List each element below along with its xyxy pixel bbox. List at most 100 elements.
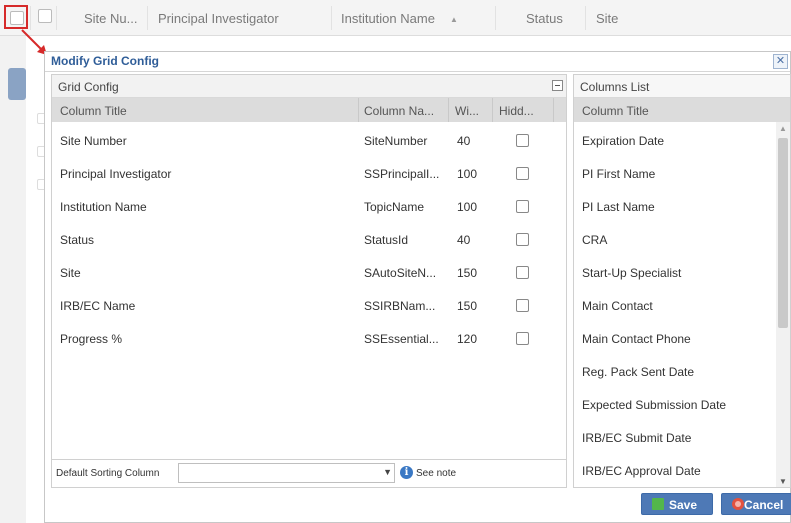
list-item[interactable]: IRB/EC Approval Date <box>574 454 774 487</box>
background-grid-header: Site Nu... Principal Investigator Instit… <box>0 0 791 36</box>
list-item-label: IRB/EC Approval Date <box>582 464 701 478</box>
columns-list-panel: Columns List Column Title Expiration Dat… <box>573 74 791 488</box>
list-item[interactable]: IRB/EC Submit Date <box>574 421 774 454</box>
bg-column-site[interactable]: Site <box>596 11 618 26</box>
dialog-divider <box>45 71 790 72</box>
row-width[interactable]: 100 <box>457 167 477 181</box>
grid-config-header: Grid Config <box>52 75 566 98</box>
cancel-button[interactable]: Cancel <box>721 493 791 515</box>
save-button-label: Save <box>669 498 698 512</box>
list-item[interactable]: Start-Up Specialist <box>574 256 774 289</box>
table-row[interactable]: Principal Investigator SSPrincipalI... 1… <box>52 157 566 190</box>
row-width[interactable]: 40 <box>457 134 470 148</box>
column-separator <box>492 98 493 122</box>
columns-list-scrollbar[interactable]: ▲ ▼ <box>776 122 790 487</box>
list-item[interactable]: CRA <box>574 223 774 256</box>
table-row[interactable]: Status StatusId 40 <box>52 223 566 256</box>
save-icon <box>652 498 664 510</box>
row-width[interactable]: 40 <box>457 233 470 247</box>
hidden-checkbox[interactable] <box>516 167 529 180</box>
columns-list-column-title[interactable]: Column Title <box>582 104 649 118</box>
row-width[interactable]: 150 <box>457 299 477 313</box>
list-item[interactable]: PI First Name <box>574 157 774 190</box>
scrollbar-thumb[interactable] <box>778 138 788 328</box>
list-item[interactable]: PI Last Name <box>574 190 774 223</box>
hidden-checkbox[interactable] <box>516 266 529 279</box>
grid-config-column-header: Column Title Column Na... Wi... Hidd... <box>52 98 566 122</box>
bg-column-institution-name[interactable]: Institution Name <box>341 11 435 26</box>
list-item-label: Main Contact Phone <box>582 332 691 346</box>
info-icon[interactable]: i <box>400 466 413 479</box>
row-width[interactable]: 120 <box>457 332 477 346</box>
row-column-name: SAutoSiteN... <box>364 266 437 280</box>
list-item[interactable]: Expiration Date <box>574 124 774 157</box>
row-title: Progress % <box>60 332 123 346</box>
chevron-down-icon[interactable]: ▼ <box>383 467 392 477</box>
list-item-label: Reg. Pack Sent Date <box>582 365 695 379</box>
bg-column-status[interactable]: Status <box>526 11 563 26</box>
background-side-tab[interactable] <box>8 68 26 100</box>
row-column-name: TopicName <box>364 200 425 214</box>
hidden-checkbox[interactable] <box>516 233 529 246</box>
list-item-label: Expected Submission Date <box>582 398 727 412</box>
list-item[interactable]: Expected Submission Date <box>574 388 774 421</box>
grid-config-panel: Grid Config Column Title Column Na... Wi… <box>51 74 567 488</box>
column-header-title[interactable]: Column Title <box>60 104 127 118</box>
list-item[interactable]: Main Contact <box>574 289 774 322</box>
column-separator <box>553 98 554 122</box>
row-column-name: StatusId <box>364 233 409 247</box>
row-column-name: SiteNumber <box>364 134 428 148</box>
table-row[interactable]: Progress % SSEssential... 120 <box>52 322 566 355</box>
close-icon[interactable]: ✕ <box>773 54 788 69</box>
row-width[interactable]: 150 <box>457 266 477 280</box>
list-item-label: Start-Up Specialist <box>582 266 682 280</box>
row-width[interactable]: 100 <box>457 200 477 214</box>
header-separator <box>331 6 332 30</box>
save-button[interactable]: Save <box>641 493 713 515</box>
row-column-name: SSEssential... <box>364 332 439 346</box>
sort-ascending-icon: ▲ <box>450 15 458 24</box>
cancel-button-label: Cancel <box>744 498 784 512</box>
list-item[interactable]: Main Contact Phone <box>574 322 774 355</box>
list-item-label: Expiration Date <box>582 134 665 148</box>
grid-config-title: Grid Config <box>58 80 119 94</box>
row-title: IRB/EC Name <box>60 299 136 313</box>
background-left-strip <box>0 36 26 523</box>
list-item-label: PI First Name <box>582 167 656 181</box>
row-column-name: SSPrincipalI... <box>364 167 440 181</box>
hidden-checkbox[interactable] <box>516 332 529 345</box>
default-sorting-label: Default Sorting Column <box>56 468 160 479</box>
columns-list-header: Columns List <box>574 75 790 98</box>
row-column-name: SSIRBNam... <box>364 299 436 313</box>
see-note-link[interactable]: See note <box>416 468 456 479</box>
list-item-label: Main Contact <box>582 299 653 313</box>
column-header-hidden[interactable]: Hidd... <box>499 104 534 118</box>
table-row[interactable]: Institution Name TopicName 100 <box>52 190 566 223</box>
header-separator <box>147 6 148 30</box>
row-title: Status <box>60 233 95 247</box>
list-item[interactable]: Reg. Pack Sent Date <box>574 355 774 388</box>
bg-column-principal-investigator[interactable]: Principal Investigator <box>158 11 279 26</box>
hidden-checkbox[interactable] <box>516 299 529 312</box>
column-header-width[interactable]: Wi... <box>455 104 479 118</box>
column-separator <box>448 98 449 122</box>
hidden-checkbox[interactable] <box>516 134 529 147</box>
collapse-icon[interactable] <box>552 80 563 91</box>
default-sorting-select[interactable]: ▼ <box>178 463 395 483</box>
header-separator <box>585 6 586 30</box>
column-header-column-name[interactable]: Column Na... <box>364 104 434 118</box>
modify-grid-config-dialog: Modify Grid Config ✕ Grid Config Column … <box>44 51 791 523</box>
hidden-checkbox[interactable] <box>516 200 529 213</box>
list-item-label: IRB/EC Submit Date <box>582 431 692 445</box>
row-title: Principal Investigator <box>60 167 172 181</box>
table-row[interactable]: Site Number SiteNumber 40 <box>52 124 566 157</box>
columns-list-title: Columns List <box>580 80 650 94</box>
table-row[interactable]: IRB/EC Name SSIRBNam... 150 <box>52 289 566 322</box>
dialog-title: Modify Grid Config <box>51 54 159 68</box>
columns-list-column-header: Column Title <box>574 98 790 122</box>
row-title: Site Number <box>60 134 127 148</box>
bg-column-site-number[interactable]: Site Nu... <box>84 11 137 26</box>
scroll-down-icon[interactable]: ▼ <box>779 477 787 486</box>
table-row[interactable]: Site SAutoSiteN... 150 <box>52 256 566 289</box>
scroll-up-icon[interactable]: ▲ <box>779 124 787 133</box>
